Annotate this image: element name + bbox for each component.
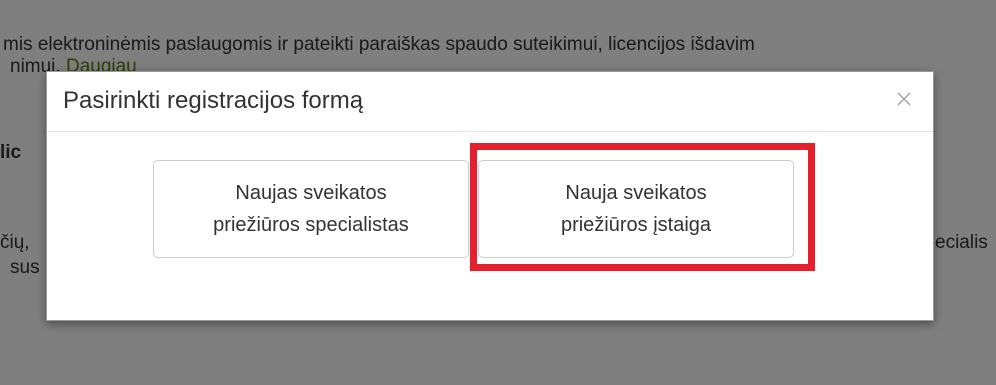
registration-form-modal: Pasirinkti registracijos formą Naujas sv… — [46, 71, 934, 321]
modal-header: Pasirinkti registracijos formą — [47, 72, 933, 132]
close-icon[interactable] — [893, 88, 915, 110]
new-specialist-button[interactable]: Naujas sveikatos priežiūros specialistas — [153, 160, 469, 258]
new-institution-button[interactable]: Nauja sveikatos priežiūros įstaiga — [478, 160, 794, 258]
new-specialist-label-line2: priežiūros specialistas — [213, 214, 409, 236]
modal-title: Pasirinkti registracijos formą — [63, 87, 364, 114]
new-institution-label-line1: Nauja sveikatos — [565, 182, 707, 204]
new-institution-label-line2: priežiūros įstaiga — [560, 214, 712, 236]
new-specialist-label-line1: Naujas sveikatos — [235, 182, 387, 204]
